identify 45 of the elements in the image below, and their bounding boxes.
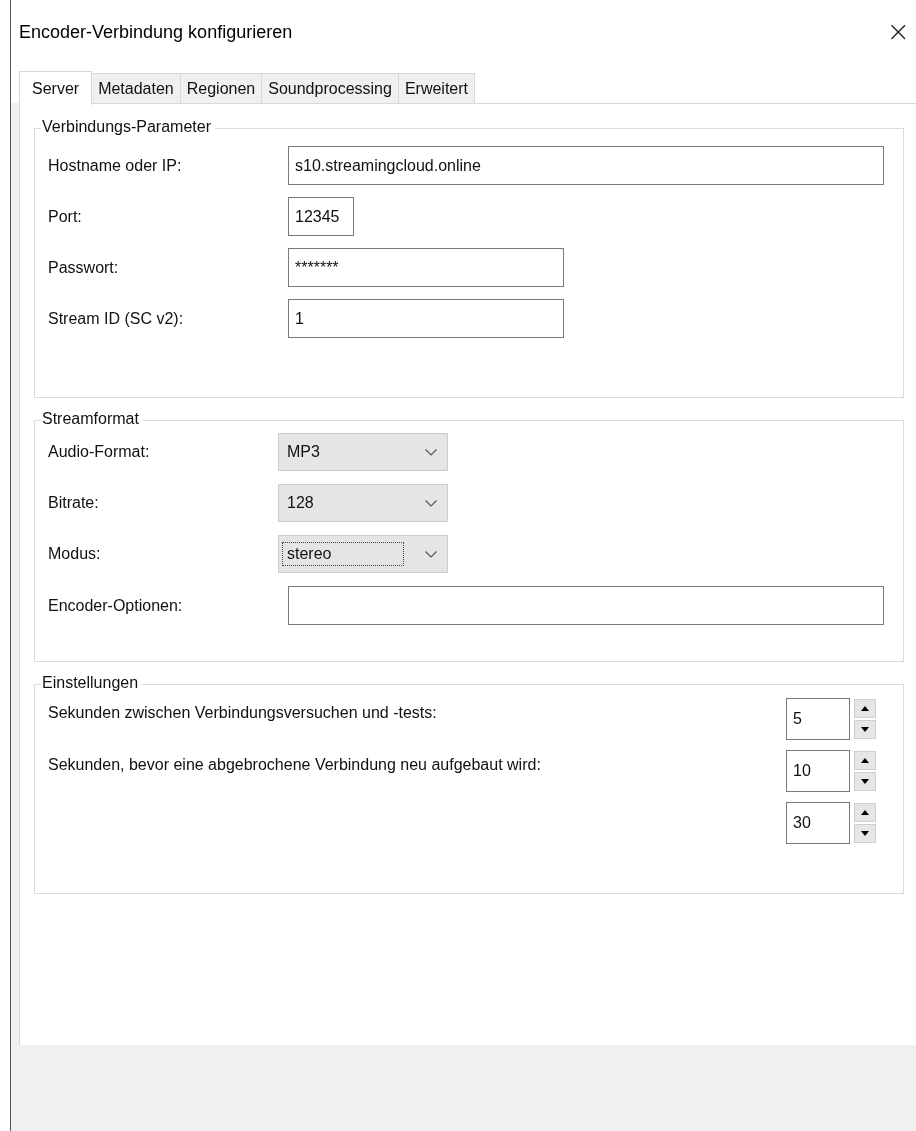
group-title: Einstellungen [41,674,143,692]
spin-up-button[interactable] [854,751,876,770]
tab[interactable]: Erweitert [397,73,475,103]
spin-up-button[interactable] [854,699,876,718]
dropdown[interactable]: 128 [278,484,448,522]
tab[interactable]: Server [19,71,93,105]
field-label: Stream ID (SC v2): [48,309,185,328]
number-field[interactable]: 30 [786,802,850,844]
chevron-down-icon [425,448,437,456]
chevron-down-icon [425,499,437,507]
input-field[interactable]: 1 [288,299,564,338]
input-field[interactable] [288,586,884,625]
chevron-down-icon [425,550,437,558]
spin-down-button[interactable] [854,720,876,739]
spin-down-button[interactable] [854,824,876,843]
dropdown[interactable]: MP3 [278,433,448,471]
dropdown[interactable]: stereo [278,535,448,573]
number-field[interactable]: 10 [786,750,850,792]
tab[interactable]: Soundprocessing [261,73,399,103]
up-arrow-icon [861,706,869,711]
input-field[interactable]: s10.streamingcloud.online [288,146,884,185]
field-label: Encoder-Optionen: [48,596,184,615]
field-label: Bitrate: [48,494,100,512]
close-button[interactable]: × [880,14,916,52]
field-label: Hostname oder IP: [48,156,183,175]
field-label: Passwort: [48,258,120,277]
down-arrow-icon [861,727,869,732]
up-arrow-icon [861,758,869,763]
field-label: Audio-Format: [48,443,151,461]
spin-up-button[interactable] [854,803,876,822]
input-field[interactable]: ******* [288,248,564,287]
up-arrow-icon [861,810,869,815]
field-label: Sekunden, bevor eine abgebrochene Verbindung neu aufgebaut wird: [48,756,542,774]
input-field[interactable]: 12345 [288,197,354,236]
window-title: Encoder-Verbindung konfigurieren [19,21,293,43]
spin-down-button[interactable] [854,772,876,791]
number-field[interactable]: 5 [786,698,850,740]
tab[interactable]: Metadaten [91,73,181,103]
down-arrow-icon [861,779,869,784]
field-label: Sekunden zwischen Verbindungsversuchen und -tests: [48,704,438,722]
field-label: Port: [48,207,83,226]
down-arrow-icon [861,831,869,836]
group-title: Verbindungs-Parameter [41,118,215,136]
tab[interactable]: Regionen [179,73,263,103]
field-label: Modus: [48,545,102,563]
